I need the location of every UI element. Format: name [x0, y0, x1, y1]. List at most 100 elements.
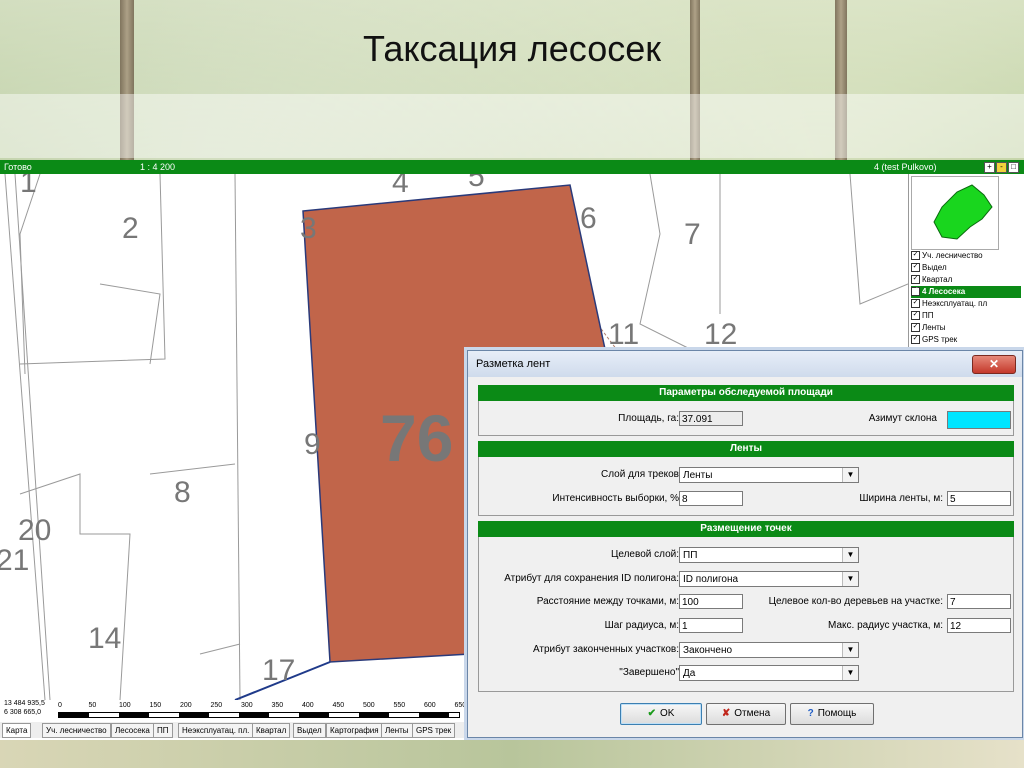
- plot-number: 4: [392, 174, 409, 199]
- scale-tick-label: 0: [58, 702, 62, 709]
- coord-x: 13 484 935,5: [4, 700, 45, 707]
- tab-forestry[interactable]: Уч. лесничество: [42, 723, 111, 738]
- tab-nonexploit[interactable]: Неэксплуатац. пл.: [178, 723, 254, 738]
- section-strips-body: Слой для треков Ленты ▼ Интенсивность выб…: [478, 457, 1014, 516]
- chevron-down-icon: ▼: [842, 666, 858, 680]
- layer-checkbox[interactable]: ✓: [911, 275, 920, 285]
- plot-number: 12: [704, 318, 738, 351]
- layer-item-lesoseka[interactable]: ✓ 4 Лесосека: [911, 286, 1021, 298]
- dialog-titlebar[interactable]: Разметка лент ✕: [468, 351, 1022, 377]
- overview-minimap[interactable]: [911, 176, 999, 250]
- close-button[interactable]: ✕: [972, 355, 1016, 374]
- distance-label: Расстояние между точками, м:: [536, 596, 679, 607]
- plot-number: 11: [608, 318, 640, 351]
- chevron-down-icon: ▼: [842, 468, 858, 482]
- plot-number: 20: [18, 514, 52, 547]
- done-attr-select[interactable]: Закончено ▼: [679, 642, 859, 658]
- question-icon: ?: [807, 708, 814, 719]
- section-strips-header: Ленты: [478, 441, 1014, 457]
- plot-number: 9: [304, 428, 321, 461]
- done-attr-label: Атрибут законченных участков:: [532, 644, 679, 655]
- done-value-select[interactable]: Да ▼: [679, 665, 859, 681]
- scale-tick-label: 150: [149, 702, 162, 709]
- layer-checkbox[interactable]: ✓: [911, 335, 920, 345]
- minimize-button[interactable]: -: [996, 162, 1007, 173]
- scale-tick-label: 450: [332, 702, 345, 709]
- scale-tick-label: 650: [454, 702, 467, 709]
- help-button[interactable]: ? Помощь: [790, 703, 874, 725]
- area-field[interactable]: 37.091: [679, 411, 743, 426]
- minimap-shape: [933, 184, 993, 240]
- section-points-body: Целевой слой: ПП ▼ Атрибут для сохранения…: [478, 537, 1014, 692]
- trees-count-field[interactable]: 7: [947, 594, 1011, 609]
- layer-item-nonexploit[interactable]: ✓ Неэксплуатац. пл: [911, 298, 1021, 310]
- done-value-label: "Завершено": [619, 667, 679, 678]
- layer-checkbox[interactable]: ✓: [911, 287, 920, 297]
- tab-lesoseka[interactable]: Лесосека: [111, 723, 154, 738]
- max-radius-field[interactable]: 12: [947, 618, 1011, 633]
- layer-item-strips[interactable]: ✓ Ленты: [911, 322, 1021, 334]
- cross-icon: ✘: [721, 708, 731, 719]
- scale-tick-label: 500: [363, 702, 375, 709]
- layer-item-gps[interactable]: ✓ GPS трек: [911, 334, 1021, 346]
- track-layer-select[interactable]: Ленты ▼: [679, 467, 859, 483]
- layer-checkbox[interactable]: ✓: [911, 323, 920, 333]
- tab-gps[interactable]: GPS трек: [412, 723, 456, 738]
- azimuth-label: Азимут склона: [868, 413, 937, 424]
- strip-width-field[interactable]: 5: [947, 491, 1011, 506]
- maximize-button[interactable]: □: [1008, 162, 1019, 173]
- id-attr-label: Атрибут для сохранения ID полигона:: [504, 573, 679, 584]
- tab-kvartal[interactable]: Квартал: [252, 723, 291, 738]
- intensity-field[interactable]: 8: [679, 491, 743, 506]
- status-bar: Готово 1 : 4 200 4 (test Pulkovo) + - □: [0, 160, 1024, 174]
- tab-vydel[interactable]: Выдел: [293, 723, 326, 738]
- layer-checkbox[interactable]: ✓: [911, 263, 920, 273]
- layer-checkbox[interactable]: ✓: [911, 311, 920, 321]
- trees-count-label: Целевое кол-во деревьев на участке:: [768, 596, 943, 607]
- target-layer-select[interactable]: ПП ▼: [679, 547, 859, 563]
- plot-number: 2: [122, 212, 139, 245]
- chevron-down-icon: ▼: [842, 572, 858, 586]
- layer-checkbox[interactable]: ✓: [911, 251, 920, 261]
- layer-item-forestry[interactable]: ✓ Уч. лесничество: [911, 250, 1021, 262]
- distance-field[interactable]: 100: [679, 594, 743, 609]
- section-points-header: Размещение точек: [478, 521, 1014, 537]
- scale-tick-label: 200: [180, 702, 192, 709]
- chevron-down-icon: ▼: [842, 643, 858, 657]
- chevron-down-icon: ▼: [842, 548, 858, 562]
- tab-strips[interactable]: Ленты: [381, 723, 413, 738]
- scale-bar: 13 484 935,5 6 308 665,0 0 50 100 150 200 250…: [0, 700, 466, 722]
- scale-ruler: [58, 712, 460, 718]
- id-attr-select[interactable]: ID полигона ▼: [679, 571, 859, 587]
- layer-item-vydel[interactable]: ✓ Выдел: [911, 262, 1021, 274]
- scale-tick-label: 250: [210, 702, 223, 709]
- plot-number: 17: [262, 654, 296, 687]
- project-name: 4 (test Pulkovo): [874, 162, 937, 172]
- intensity-label: Интенсивность выборки, %: [552, 493, 679, 504]
- ok-button[interactable]: ✔ OK: [620, 703, 702, 725]
- layer-tabs: Карта Уч. лесничество Лесосека ПП Неэксп…: [0, 722, 470, 738]
- slide-bottom-band: [0, 740, 1024, 768]
- cutting-area-number: 76: [380, 401, 454, 475]
- plot-number: 3: [300, 212, 317, 245]
- layer-item-kvartal[interactable]: ✓ Квартал: [911, 274, 1021, 286]
- scale-tick-label: 300: [241, 702, 253, 709]
- pin-button[interactable]: +: [984, 162, 995, 173]
- scale-tick-label: 350: [271, 702, 284, 709]
- layer-checkbox[interactable]: ✓: [911, 299, 920, 309]
- area-label: Площадь, га:: [618, 413, 679, 424]
- strip-marking-dialog: Разметка лент ✕ Параметры обследуемой пл…: [467, 350, 1023, 738]
- azimuth-color-field[interactable]: [947, 411, 1011, 429]
- tab-pp[interactable]: ПП: [153, 723, 173, 738]
- layer-item-pp[interactable]: ✓ ПП: [911, 310, 1021, 322]
- max-radius-label: Макс. радиус участка, м:: [828, 620, 943, 631]
- tab-cartography[interactable]: Картография: [326, 723, 383, 738]
- target-layer-label: Целевой слой:: [610, 549, 679, 560]
- radius-step-field[interactable]: 1: [679, 618, 743, 633]
- status-text: Готово: [4, 162, 32, 172]
- cancel-button[interactable]: ✘ Отмена: [706, 703, 786, 725]
- map-scale: 1 : 4 200: [140, 162, 176, 172]
- scale-tick-label: 600: [424, 702, 436, 709]
- tab-map[interactable]: Карта: [2, 723, 32, 738]
- coord-y: 6 308 665,0: [4, 709, 41, 716]
